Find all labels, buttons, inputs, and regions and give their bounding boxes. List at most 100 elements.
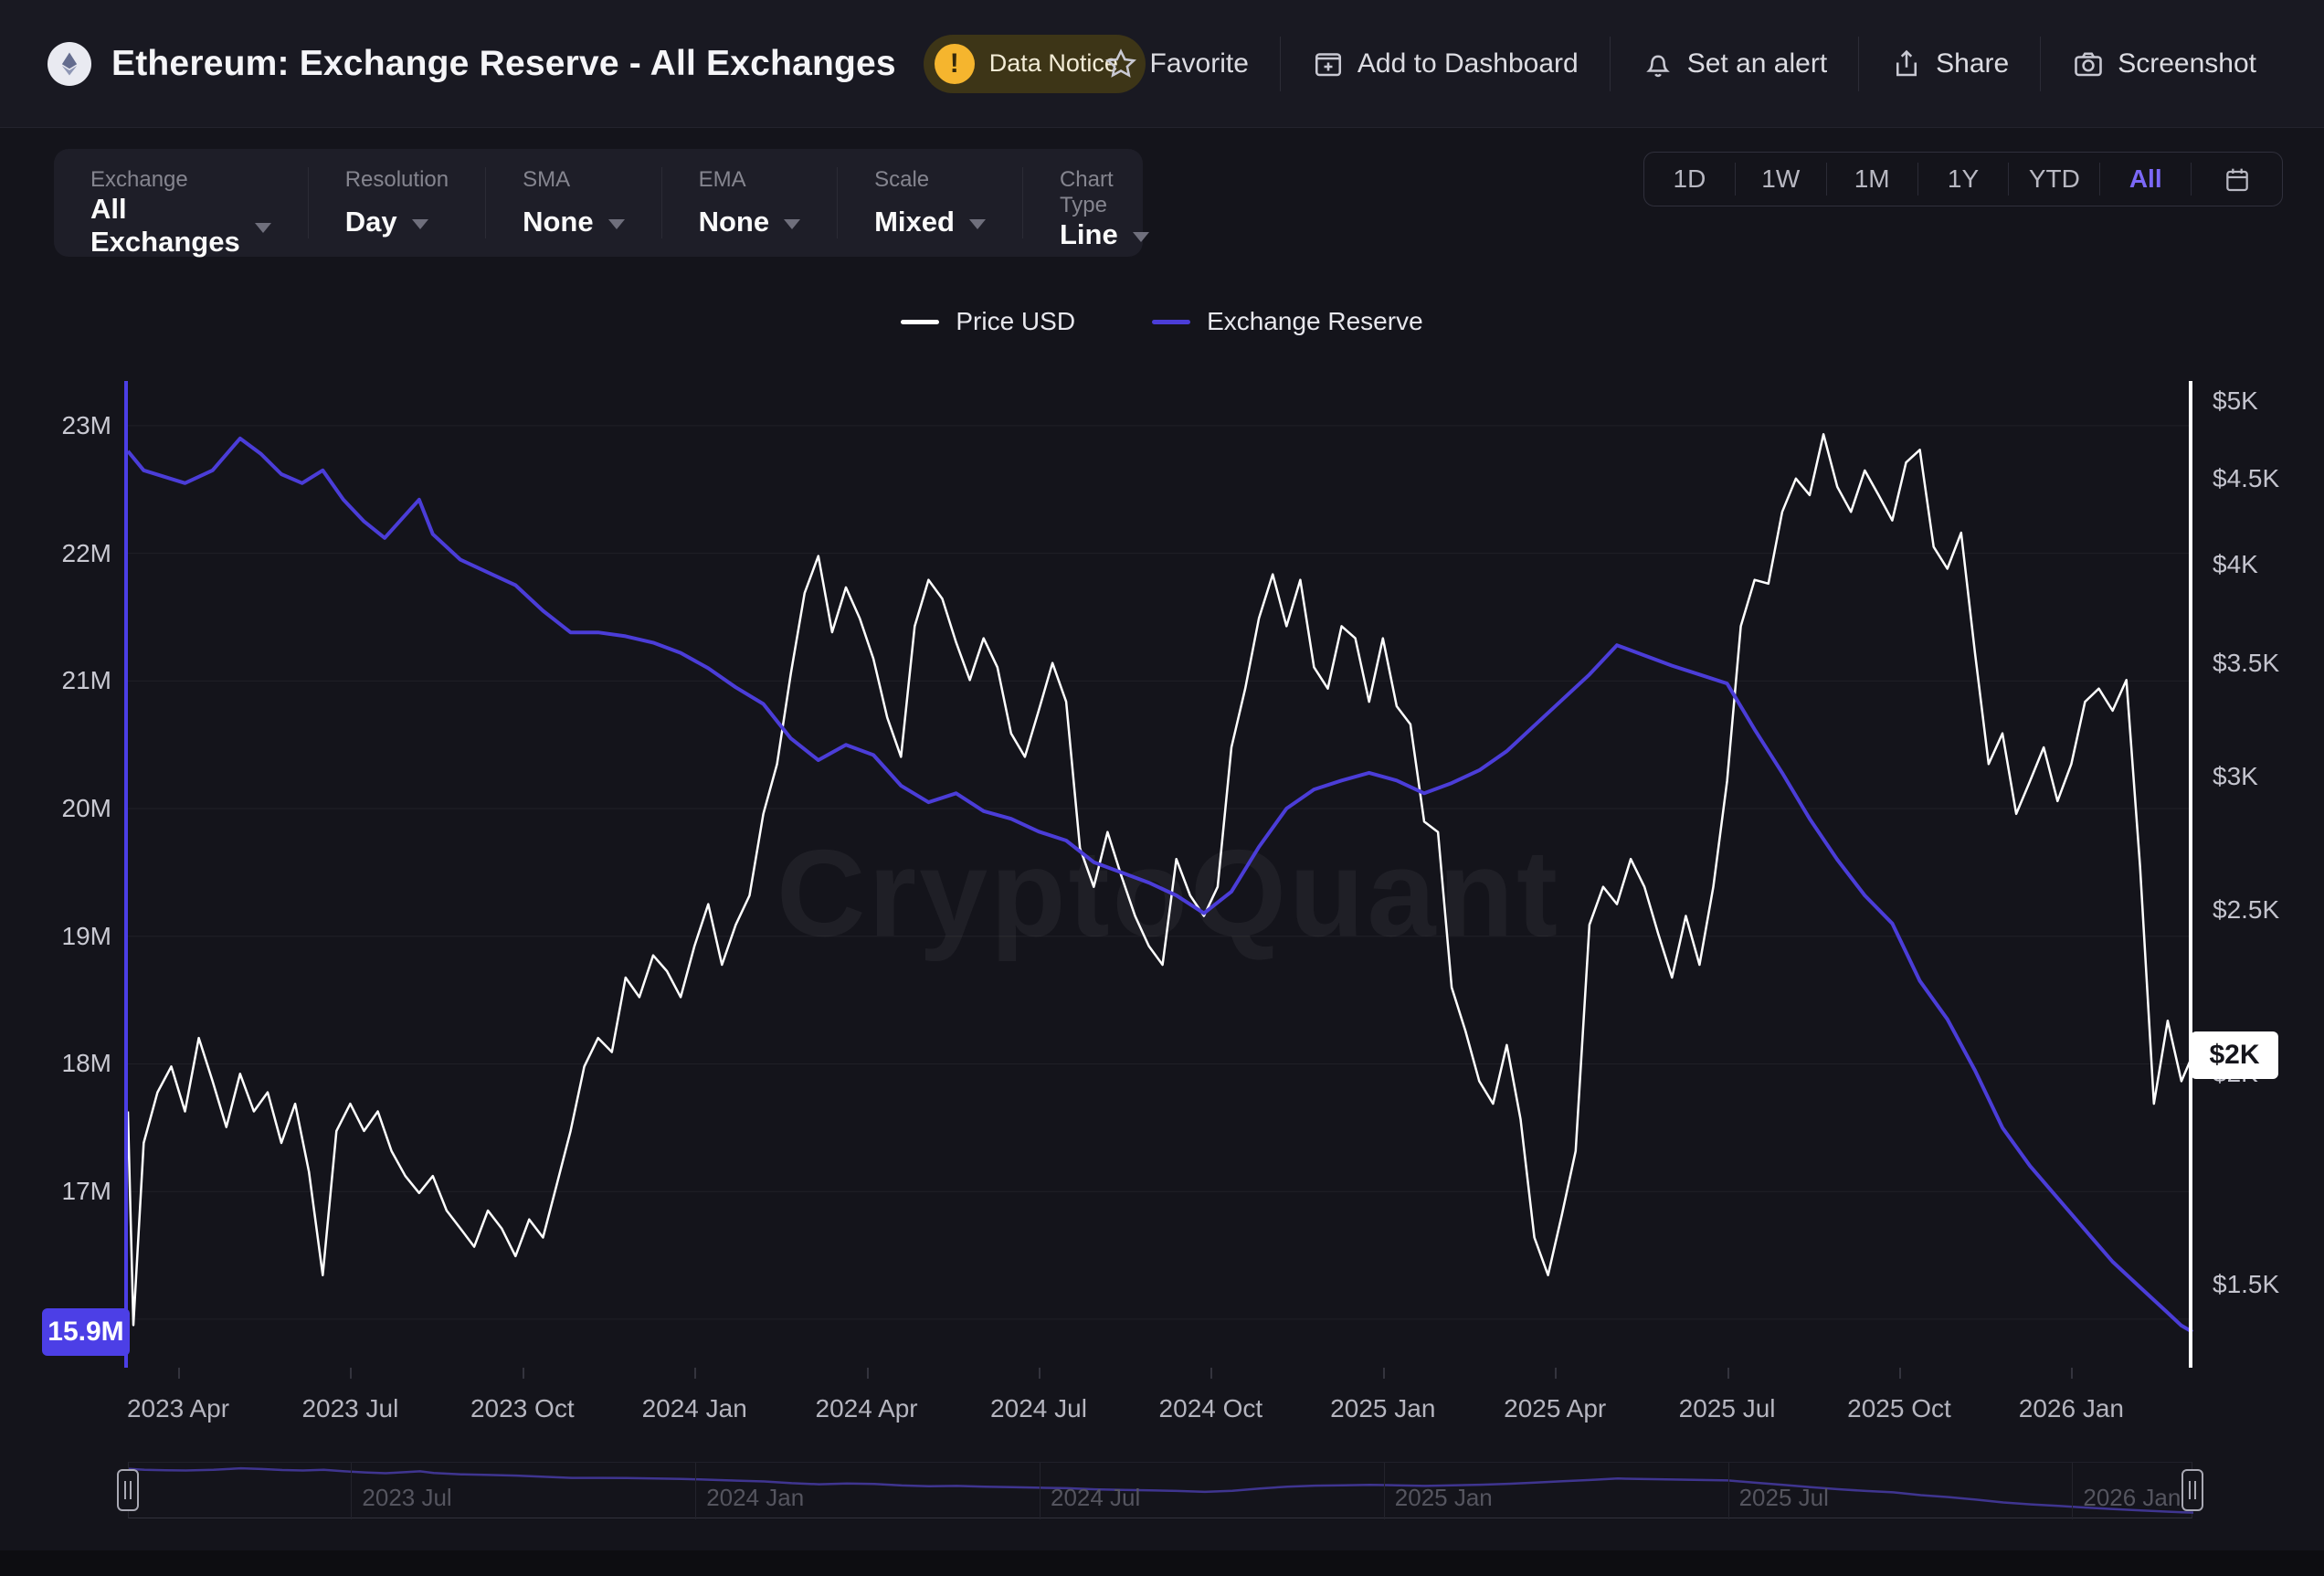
x-axis-tick: 2024 Apr [816,1394,918,1423]
navigator-tick: 2024 Jan [706,1484,804,1512]
navigator-gridline [351,1463,352,1519]
right-axis-tick: $5K [2213,386,2258,416]
x-axis-tick: 2023 Oct [470,1394,575,1423]
x-axis-tick-mark [1555,1368,1557,1379]
navigator-gridline [1728,1463,1729,1519]
right-axis-tick: $3K [2213,762,2258,791]
resolution-filter-label: Resolution [345,167,449,193]
x-axis-tick-mark [523,1368,524,1379]
reserve-line-swatch [1152,320,1190,324]
favorite-button[interactable]: Favorite [1073,37,1280,91]
right-axis-tick: $4.5K [2213,464,2279,493]
x-axis-tick-mark [350,1368,352,1379]
navigator-gridline [1384,1463,1385,1519]
legend-price-usd[interactable]: Price USD [901,307,1075,336]
x-axis-tick: 2024 Oct [1159,1394,1263,1423]
sma-filter-label: SMA [523,167,625,193]
footer-strip [0,1550,2324,1576]
x-axis-tick-mark [1383,1368,1385,1379]
add-to-dashboard-button[interactable]: Add to Dashboard [1280,37,1610,91]
star-icon [1104,48,1137,80]
legend-exchange-reserve[interactable]: Exchange Reserve [1152,307,1423,336]
chevron-down-icon [255,223,271,233]
right-axis-line [2189,381,2192,1368]
x-axis-tick-mark [1039,1368,1041,1379]
sma-filter-value: None [523,206,594,238]
right-axis-tick: $3.5K [2213,649,2279,678]
left-axis-tick: 17M [0,1177,111,1206]
set-alert-label: Set an alert [1687,48,1827,79]
x-axis-tick-mark [1727,1368,1729,1379]
x-axis-tick-mark [1210,1368,1212,1379]
screenshot-label: Screenshot [2118,48,2256,79]
chart-type-filter[interactable]: Chart Type Line [1022,167,1186,238]
right-axis-tick: $1.5K [2213,1270,2279,1299]
scale-filter[interactable]: Scale Mixed [837,167,1022,238]
calendar-icon [2223,164,2252,194]
reserve-last-value-flag: 15.9M [42,1308,130,1356]
right-axis-tick: $2.5K [2213,895,2279,925]
range-1y-button[interactable]: 1Y [1917,163,2009,196]
left-axis-tick: 18M [0,1049,111,1078]
bell-icon [1642,48,1674,80]
navigator-gridline [1040,1463,1041,1519]
page: Ethereum: Exchange Reserve - All Exchang… [0,0,2324,1576]
chart-type-filter-label: Chart Type [1060,167,1149,218]
x-axis-tick-mark [1899,1368,1901,1379]
exchange-filter[interactable]: Exchange All Exchanges [54,167,308,238]
range-1d-button[interactable]: 1D [1644,163,1735,196]
legend-reserve-label: Exchange Reserve [1207,307,1423,336]
sma-filter[interactable]: SMA None [485,167,661,238]
chevron-down-icon [969,219,986,229]
ethereum-logo-icon [48,42,91,86]
range-1w-button[interactable]: 1W [1735,163,1826,196]
favorite-label: Favorite [1150,48,1249,79]
screenshot-button[interactable]: Screenshot [2040,37,2287,91]
x-axis-tick-mark [867,1368,869,1379]
share-label: Share [1936,48,2009,79]
range-all-button[interactable]: All [2099,163,2191,196]
ema-filter-label: EMA [699,167,801,193]
price-line-swatch [901,320,939,324]
exchange-filter-value: All Exchanges [90,193,240,259]
share-button[interactable]: Share [1858,37,2040,91]
x-axis-tick: 2025 Jul [1679,1394,1776,1423]
range-1m-button[interactable]: 1M [1826,163,1917,196]
filter-panel: Exchange All Exchanges Resolution Day SM… [54,149,1143,257]
right-axis-tick: $2K [2213,1059,2258,1088]
scale-filter-value: Mixed [874,206,955,238]
resolution-filter[interactable]: Resolution Day [308,167,485,238]
range-navigator[interactable]: 2023 Jul2024 Jan2024 Jul2025 Jan2025 Jul… [128,1462,2192,1518]
x-axis-tick: 2023 Jul [301,1394,398,1423]
x-axis-tick: 2025 Apr [1504,1394,1606,1423]
left-axis-line [124,381,128,1368]
range-ytd-button[interactable]: YTD [2008,163,2099,196]
ema-filter-value: None [699,206,770,238]
legend-price-label: Price USD [956,307,1075,336]
navigator-tick: 2024 Jul [1051,1484,1140,1512]
cryptoquant-watermark: CryptoQuant [776,822,1560,964]
x-axis-tick: 2024 Jan [642,1394,747,1423]
chevron-down-icon [1133,232,1149,242]
navigator-right-handle[interactable] [2181,1469,2203,1511]
right-axis-tick: $4K [2213,550,2258,579]
x-axis-tick-mark [178,1368,180,1379]
chevron-down-icon [608,219,625,229]
left-axis-tick: 20M [0,794,111,823]
ema-filter[interactable]: EMA None [661,167,838,238]
time-range-group: 1D 1W 1M 1Y YTD All [1643,152,2283,206]
set-alert-button[interactable]: Set an alert [1610,37,1858,91]
calendar-range-button[interactable] [2191,163,2282,196]
dashboard-add-icon [1312,48,1345,80]
left-axis-tick: 19M [0,922,111,951]
left-axis-tick: 23M [0,411,111,440]
navigator-tick: 2025 Jul [1739,1484,1829,1512]
exchange-filter-label: Exchange [90,167,271,193]
x-axis-tick: 2023 Apr [127,1394,229,1423]
header-bar: Ethereum: Exchange Reserve - All Exchang… [0,0,2324,128]
navigator-gridline [695,1463,696,1519]
camera-icon [2072,48,2105,80]
warning-icon: ! [935,44,975,84]
left-axis-tick: 21M [0,666,111,695]
navigator-left-handle[interactable] [117,1469,139,1511]
